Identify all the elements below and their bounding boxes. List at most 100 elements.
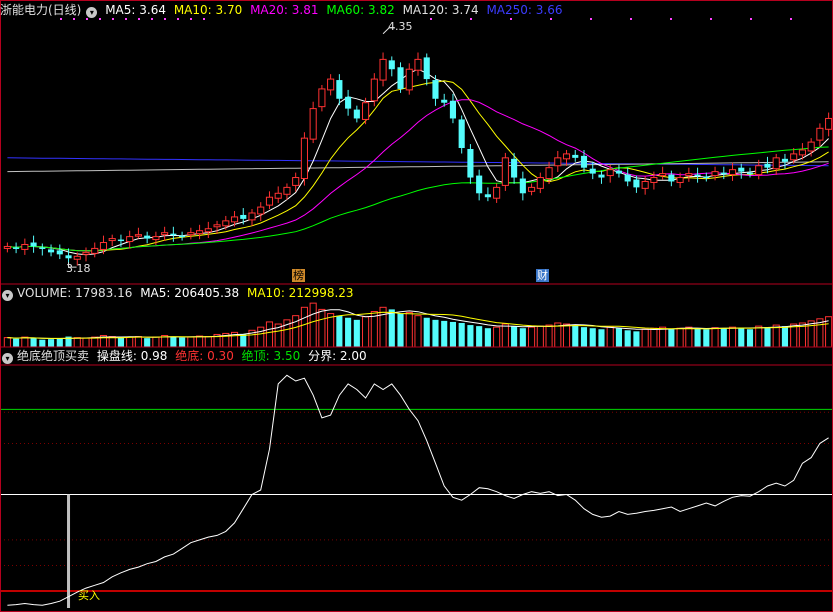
volume-bar-up[interactable]: [606, 326, 614, 348]
candle-body-up[interactable]: [257, 206, 265, 215]
candle-body-up[interactable]: [283, 186, 291, 195]
candle-body-up[interactable]: [755, 165, 763, 176]
volume-bar-up[interactable]: [21, 336, 29, 348]
candle-body-up[interactable]: [641, 180, 649, 189]
chevron-down-icon[interactable]: ▾: [2, 290, 13, 301]
candle-body-down[interactable]: [511, 158, 518, 178]
candle-body-up[interactable]: [528, 186, 536, 192]
candle-body-up[interactable]: [545, 167, 553, 180]
candle-body-up[interactable]: [196, 230, 204, 235]
volume-bar-down[interactable]: [703, 329, 710, 347]
volume-bar-up[interactable]: [728, 326, 737, 348]
volume-bar-down[interactable]: [458, 322, 465, 347]
candle-body-down[interactable]: [694, 174, 701, 177]
candle-body-up[interactable]: [265, 196, 274, 206]
candle-body-up[interactable]: [606, 169, 614, 177]
candle-body-up[interactable]: [562, 153, 571, 160]
candle-body-up[interactable]: [554, 157, 562, 167]
volume-bar-down[interactable]: [240, 334, 247, 347]
volume-bar-down[interactable]: [624, 330, 631, 347]
candle-body-up[interactable]: [274, 192, 282, 199]
volume-bar-up[interactable]: [300, 306, 308, 348]
candle-body-up[interactable]: [798, 149, 806, 156]
volume-bar-up[interactable]: [362, 316, 370, 348]
candle-body-down[interactable]: [56, 250, 63, 255]
volume-bar-up[interactable]: [309, 302, 317, 348]
candle-body-down[interactable]: [13, 247, 20, 249]
candle-body-down[interactable]: [30, 242, 37, 247]
candle-body-down[interactable]: [703, 176, 710, 179]
volume-bar-down[interactable]: [467, 325, 474, 347]
volume-bar-down[interactable]: [598, 329, 605, 347]
candle-body-up[interactable]: [213, 224, 221, 228]
volume-bar-down[interactable]: [388, 309, 395, 347]
indicator-panel[interactable]: [0, 374, 833, 608]
volume-bar-up[interactable]: [501, 323, 509, 348]
volume-bar-down[interactable]: [615, 328, 623, 347]
candle-body-down[interactable]: [720, 172, 727, 175]
volume-bar-up[interactable]: [755, 325, 763, 348]
chevron-down-icon[interactable]: ▾: [86, 7, 98, 18]
candle-body-down[interactable]: [624, 174, 631, 182]
candle-body-up[interactable]: [187, 232, 195, 236]
candle-body-up[interactable]: [134, 234, 142, 237]
candle-body-up[interactable]: [825, 117, 833, 130]
candle-body-up[interactable]: [414, 58, 422, 71]
price-panel[interactable]: [3, 18, 833, 268]
volume-bar-up[interactable]: [327, 313, 335, 348]
volume-bar-up[interactable]: [82, 337, 90, 348]
candle-body-up[interactable]: [327, 78, 335, 91]
volume-bar-up[interactable]: [414, 315, 422, 348]
candle-body-down[interactable]: [476, 175, 483, 194]
volume-bar-up[interactable]: [711, 327, 719, 348]
candle-body-up[interactable]: [685, 173, 693, 177]
candle-body-down[interactable]: [240, 214, 247, 219]
volume-bar-down[interactable]: [572, 325, 579, 347]
volume-bar-up[interactable]: [204, 336, 212, 348]
volume-bar-down[interactable]: [589, 328, 596, 347]
volume-bar-up[interactable]: [536, 325, 544, 348]
candle-body-up[interactable]: [501, 157, 509, 186]
volume-bar-down[interactable]: [353, 319, 360, 347]
volume-bar-down[interactable]: [345, 317, 352, 347]
volume-bar-down[interactable]: [13, 338, 20, 347]
candle-body-up[interactable]: [676, 177, 684, 183]
volume-bar-up[interactable]: [405, 312, 413, 348]
candle-body-up[interactable]: [772, 157, 780, 170]
candle-body-up[interactable]: [204, 228, 212, 233]
volume-bar-down[interactable]: [432, 319, 439, 347]
candle-body-down[interactable]: [39, 247, 46, 249]
volume-bar-down[interactable]: [117, 337, 125, 347]
volume-bar-up[interactable]: [257, 326, 265, 348]
volume-bar-down[interactable]: [580, 327, 588, 347]
candle-body-down[interactable]: [336, 80, 343, 99]
candle-body-up[interactable]: [82, 251, 90, 255]
volume-bar-down[interactable]: [47, 339, 55, 347]
candle-body-up[interactable]: [362, 102, 370, 120]
volume-bar-down[interactable]: [441, 320, 448, 347]
candle-body-up[interactable]: [309, 108, 317, 140]
volume-bar-up[interactable]: [134, 336, 142, 348]
candle-body-up[interactable]: [370, 78, 378, 102]
candle-body-up[interactable]: [650, 177, 658, 183]
candle-body-up[interactable]: [3, 245, 11, 249]
candle-body-down[interactable]: [467, 148, 474, 178]
volume-bar-up[interactable]: [562, 323, 571, 348]
candle-body-down[interactable]: [589, 168, 596, 174]
volume-bar-down[interactable]: [738, 327, 745, 347]
candle-body-down[interactable]: [441, 99, 448, 103]
volume-bar-down[interactable]: [484, 328, 491, 347]
candle-body-down[interactable]: [423, 57, 430, 80]
candle-body-down[interactable]: [179, 235, 186, 238]
candle-body-down[interactable]: [170, 233, 177, 236]
volume-bar-down[interactable]: [423, 317, 430, 347]
volume-bar-up[interactable]: [318, 308, 326, 348]
candle-body-up[interactable]: [161, 232, 169, 236]
volume-bar-up[interactable]: [152, 336, 160, 348]
volume-bar-down[interactable]: [39, 339, 46, 347]
volume-bar-up[interactable]: [196, 335, 204, 348]
candle-body-down[interactable]: [432, 80, 439, 99]
volume-bar-down[interactable]: [336, 315, 343, 347]
chevron-down-icon[interactable]: ▾: [2, 353, 13, 364]
cai-tag[interactable]: 财: [536, 269, 549, 282]
